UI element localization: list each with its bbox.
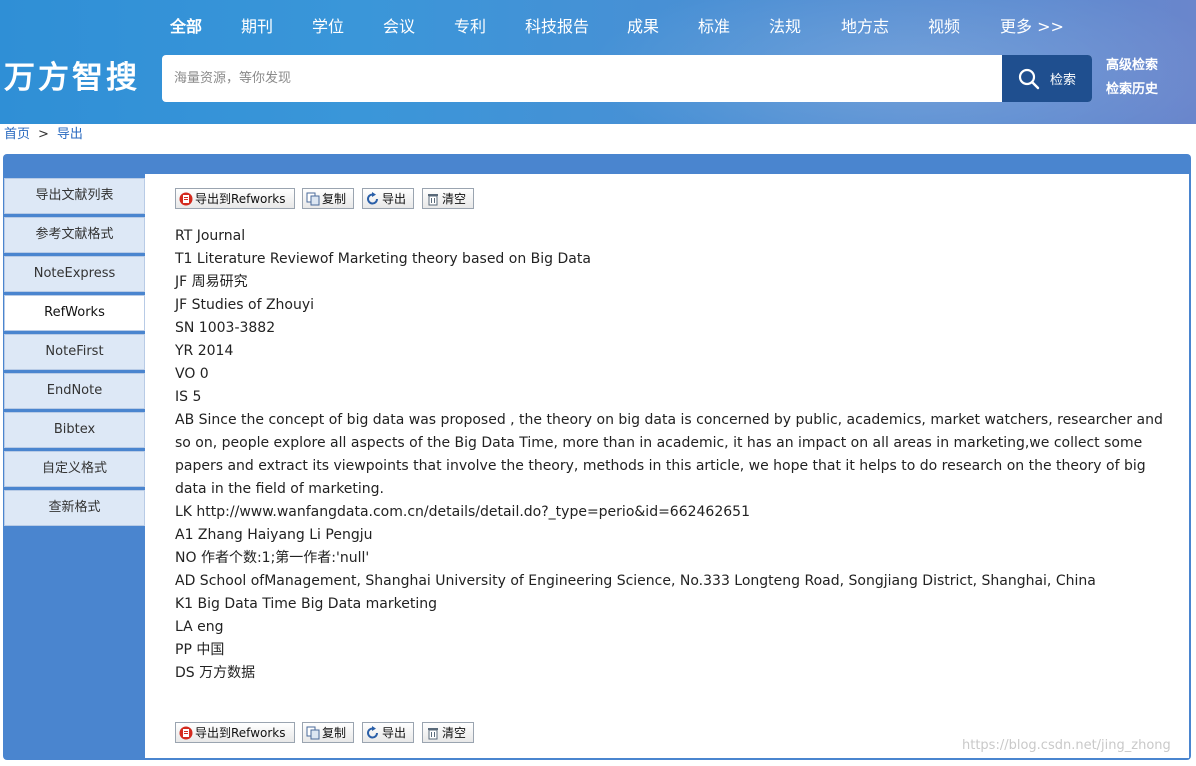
record-line-lk: LK http://www.wanfangdata.com.cn/details…	[175, 504, 750, 520]
trash-icon	[428, 193, 438, 205]
export-label: 导出	[382, 726, 407, 740]
record-line-is: IS 5	[175, 389, 202, 405]
refworks-icon	[179, 726, 193, 739]
sidebar-item-bibtex[interactable]: Bibtex	[4, 412, 145, 448]
copy-button[interactable]: 复制	[302, 188, 354, 209]
record-line-a1: A1 Zhang Haiyang Li Pengju	[175, 527, 373, 543]
refworks-record: RT Journal T1 Literature Reviewof Market…	[175, 225, 1165, 685]
record-line-vo: VO 0	[175, 366, 209, 382]
sidebar-item-refworks[interactable]: RefWorks	[4, 295, 145, 331]
header-banner: 全部 期刊 学位 会议 专利 科技报告 成果 标准 法规 地方志 视频 更多 >…	[0, 0, 1196, 124]
nav-item-journals[interactable]: 期刊	[241, 14, 273, 40]
record-line-yr: YR 2014	[175, 343, 234, 359]
export-button-bottom[interactable]: 导出	[362, 722, 414, 743]
clear-label: 清空	[442, 726, 467, 740]
record-line-jf-cn: JF 周易研究	[175, 274, 248, 290]
record-line-rt: RT Journal	[175, 228, 246, 244]
sidebar-item-reference-format[interactable]: 参考文献格式	[4, 217, 145, 253]
site-logo[interactable]: 万方智搜	[4, 58, 140, 98]
copy-label: 复制	[322, 726, 347, 740]
search-input[interactable]	[162, 55, 1002, 102]
export-to-refworks-button[interactable]: 导出到Refworks	[175, 188, 295, 209]
copy-button-bottom[interactable]: 复制	[302, 722, 354, 743]
record-line-la: LA eng	[175, 619, 224, 635]
sidebar-item-export-list[interactable]: 导出文献列表	[4, 178, 145, 214]
nav-item-all[interactable]: 全部	[170, 14, 202, 40]
record-line-pp: PP 中国	[175, 642, 225, 658]
nav-item-regulations[interactable]: 法规	[769, 14, 801, 40]
record-line-ad: AD School ofManagement, Shanghai Univers…	[175, 573, 1096, 589]
search-button-label: 检索	[1049, 72, 1076, 87]
export-to-refworks-label: 导出到Refworks	[195, 726, 286, 740]
nav-item-achievements[interactable]: 成果	[627, 14, 659, 40]
sidebar-item-novelty-format[interactable]: 查新格式	[4, 490, 145, 526]
clear-button[interactable]: 清空	[422, 188, 474, 209]
record-line-ds: DS 万方数据	[175, 665, 256, 681]
sidebar-item-endnote[interactable]: EndNote	[4, 373, 145, 409]
record-line-t1: T1 Literature Reviewof Marketing theory …	[175, 251, 591, 267]
nav-item-more[interactable]: 更多 >>	[1000, 14, 1064, 40]
copy-icon	[306, 192, 320, 205]
export-icon	[367, 191, 378, 204]
nav-item-degrees[interactable]: 学位	[312, 14, 344, 40]
search-button[interactable]: 检索	[1002, 55, 1092, 102]
refworks-icon	[179, 192, 193, 205]
record-line-no: NO 作者个数:1;第一作者:'null'	[175, 550, 370, 566]
nav-item-local-chronicles[interactable]: 地方志	[841, 14, 889, 40]
breadcrumb-home[interactable]: 首页	[4, 127, 30, 142]
nav-item-conferences[interactable]: 会议	[383, 14, 415, 40]
sidebar-item-notefirst[interactable]: NoteFirst	[4, 334, 145, 370]
search-history-link[interactable]: 检索历史	[1106, 78, 1158, 102]
search-side-links: 高级检索 检索历史	[1106, 54, 1158, 102]
sidebar-item-custom-format[interactable]: 自定义格式	[4, 451, 145, 487]
breadcrumb-separator: >	[38, 127, 49, 142]
export-to-refworks-label: 导出到Refworks	[195, 192, 286, 206]
export-icon	[367, 725, 378, 738]
export-label: 导出	[382, 192, 407, 206]
export-button[interactable]: 导出	[362, 188, 414, 209]
trash-icon	[428, 727, 438, 739]
record-line-ab: AB Since the concept of big data was pro…	[175, 412, 1163, 497]
advanced-search-link[interactable]: 高级检索	[1106, 54, 1158, 78]
nav-item-tech-reports[interactable]: 科技报告	[525, 14, 589, 40]
breadcrumb-current[interactable]: 导出	[57, 127, 83, 142]
export-to-refworks-button-bottom[interactable]: 导出到Refworks	[175, 722, 295, 743]
breadcrumb: 首页 > 导出	[4, 125, 83, 145]
watermark: https://blog.csdn.net/jing_zhong	[962, 738, 1171, 753]
sidebar-item-noteexpress[interactable]: NoteExpress	[4, 256, 145, 292]
search-icon	[1018, 68, 1040, 89]
nav-item-patents[interactable]: 专利	[454, 14, 486, 40]
copy-icon	[306, 726, 320, 739]
clear-label: 清空	[442, 192, 467, 206]
nav-item-videos[interactable]: 视频	[928, 14, 960, 40]
copy-label: 复制	[322, 192, 347, 206]
search-bar: 检索	[162, 55, 1092, 102]
record-line-jf-en: JF Studies of Zhouyi	[175, 297, 315, 313]
record-line-k1: K1 Big Data Time Big Data marketing	[175, 596, 438, 612]
nav-item-standards[interactable]: 标准	[698, 14, 730, 40]
record-line-sn: SN 1003-3882	[175, 320, 276, 336]
clear-button-bottom[interactable]: 清空	[422, 722, 474, 743]
